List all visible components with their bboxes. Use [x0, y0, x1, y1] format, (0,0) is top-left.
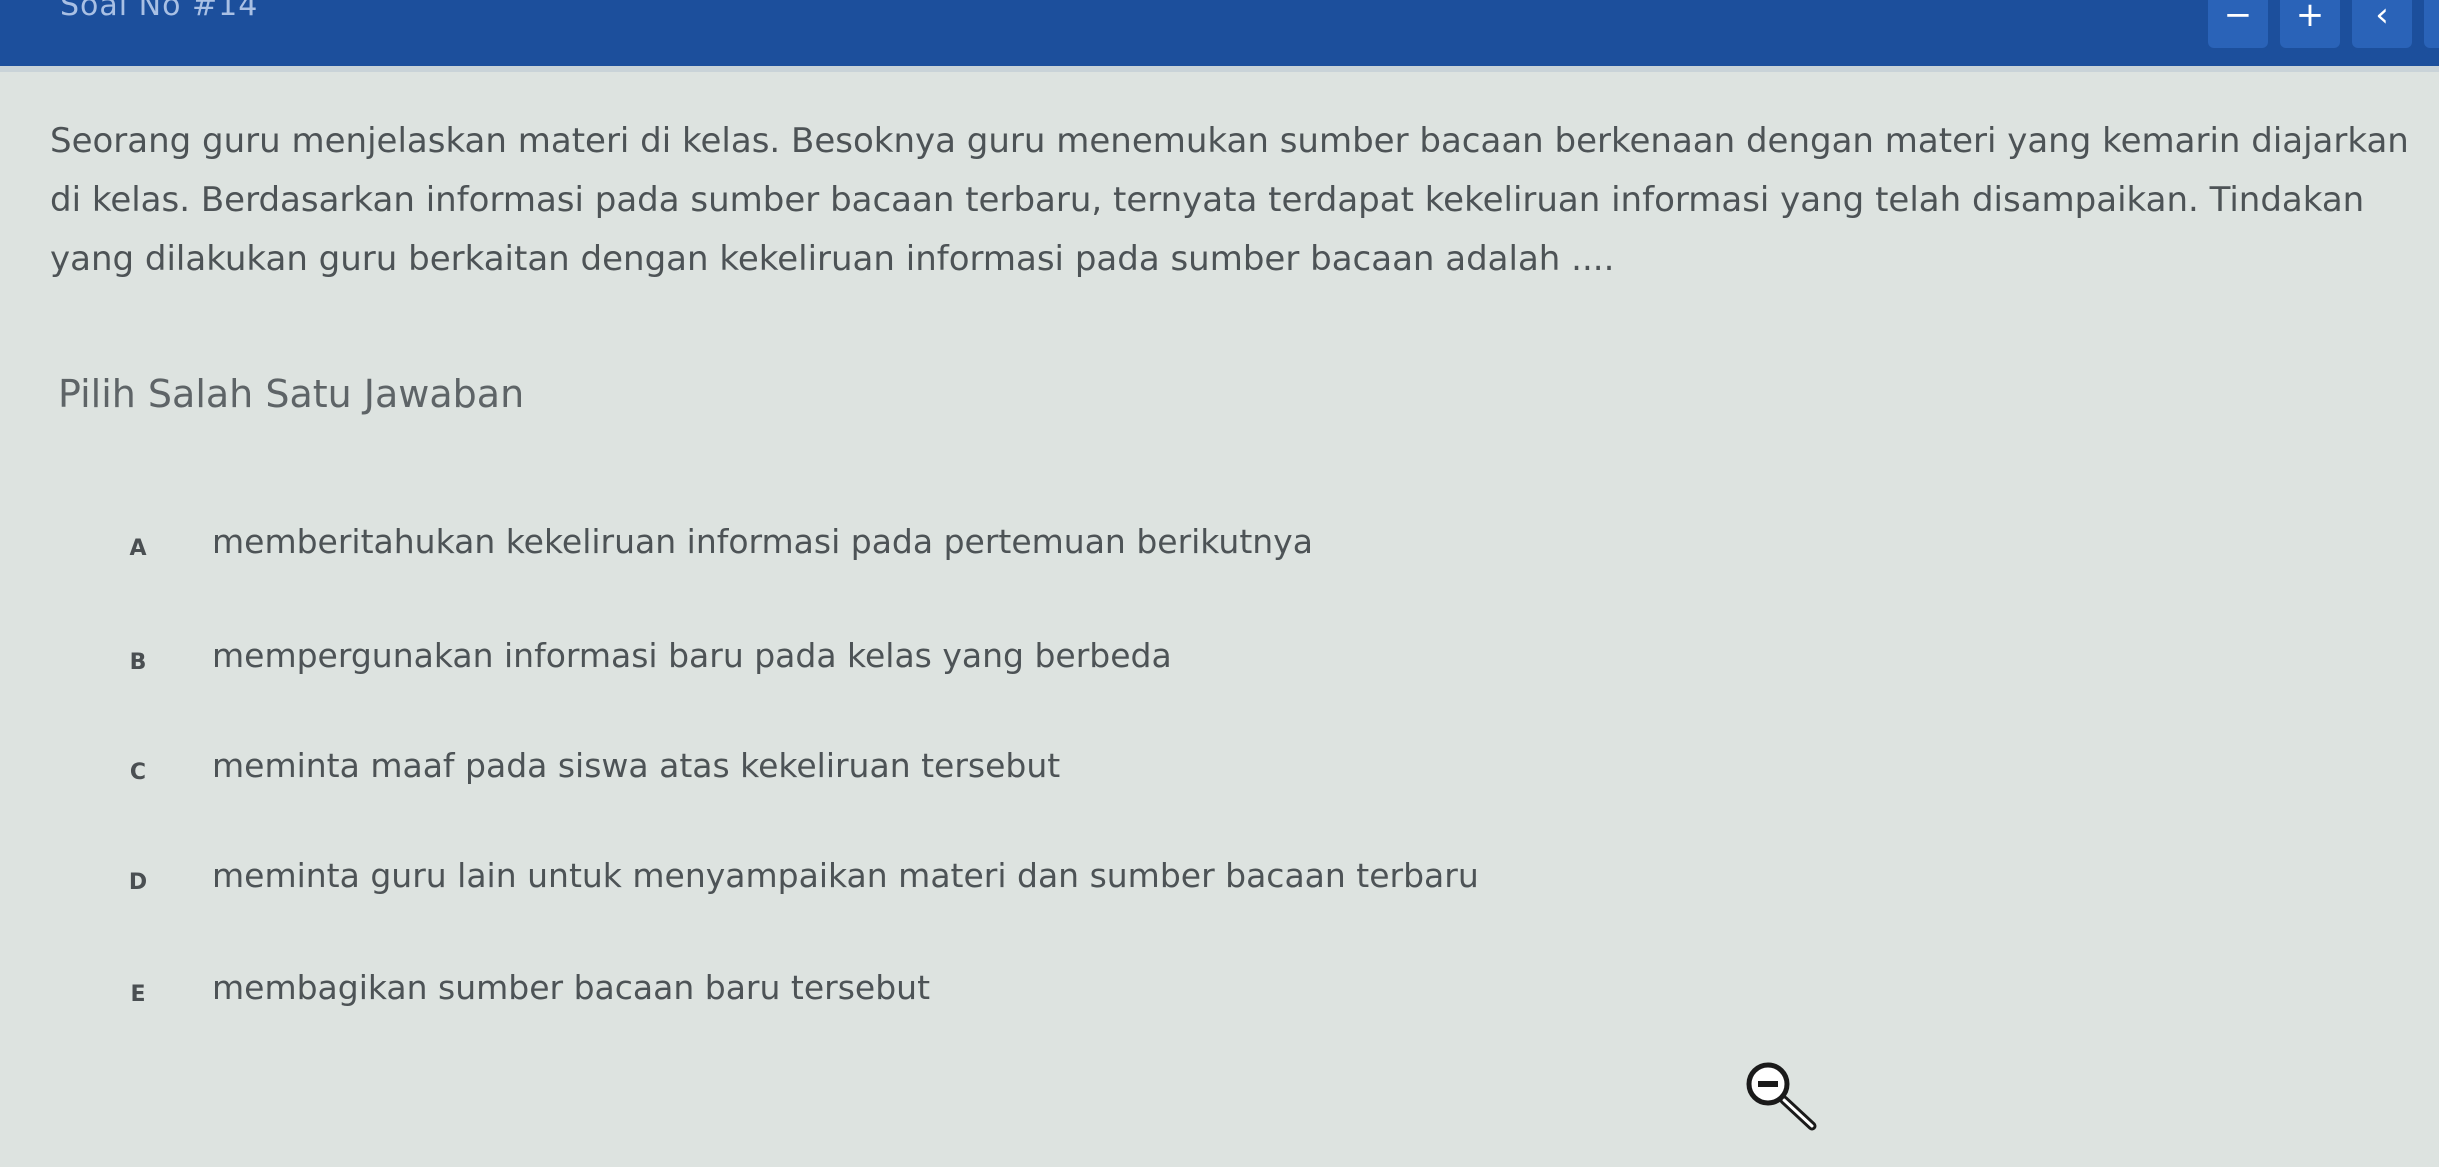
question-number-title: Soal No #14: [60, 0, 259, 23]
zoom-out-magnifier-icon: [1744, 1062, 1824, 1142]
header-divider: [0, 66, 2439, 72]
minimize-button[interactable]: −: [2208, 0, 2268, 48]
add-button[interactable]: +: [2280, 0, 2340, 48]
option-c[interactable]: C meminta maaf pada siswa atas kekelirua…: [118, 746, 1918, 816]
header-edge-button[interactable]: [2424, 0, 2439, 48]
option-letter: B: [129, 650, 147, 675]
header-bar: Soal No #14 − + ‹: [0, 0, 2439, 66]
chevron-left-icon: ‹: [2375, 0, 2389, 35]
option-e[interactable]: E membagikan sumber bacaan baru tersebut: [118, 968, 1918, 1038]
plus-icon: +: [2295, 0, 2325, 35]
option-a[interactable]: A memberitahukan kekeliruan informasi pa…: [118, 522, 1918, 592]
option-letter: A: [129, 536, 147, 561]
option-text: meminta maaf pada siswa atas kekeliruan …: [212, 746, 1061, 785]
question-text: Seorang guru menjelaskan materi di kelas…: [50, 121, 2409, 279]
option-letter: E: [130, 982, 146, 1007]
option-text: mempergunakan informasi baru pada kelas …: [212, 636, 1172, 675]
option-letter: D: [128, 870, 148, 895]
back-button[interactable]: ‹: [2352, 0, 2412, 48]
minimize-icon: −: [2223, 0, 2253, 35]
option-d[interactable]: D meminta guru lain untuk menyampaikan m…: [118, 856, 1918, 926]
option-letter: C: [129, 760, 147, 785]
option-b[interactable]: B mempergunakan informasi baru pada kela…: [118, 636, 1918, 706]
option-text: membagikan sumber bacaan baru tersebut: [212, 968, 931, 1007]
answer-instruction: Pilih Salah Satu Jawaban: [58, 372, 525, 416]
option-text: memberitahukan kekeliruan informasi pada…: [212, 522, 1313, 561]
option-text: meminta guru lain untuk menyampaikan mat…: [212, 856, 1479, 895]
